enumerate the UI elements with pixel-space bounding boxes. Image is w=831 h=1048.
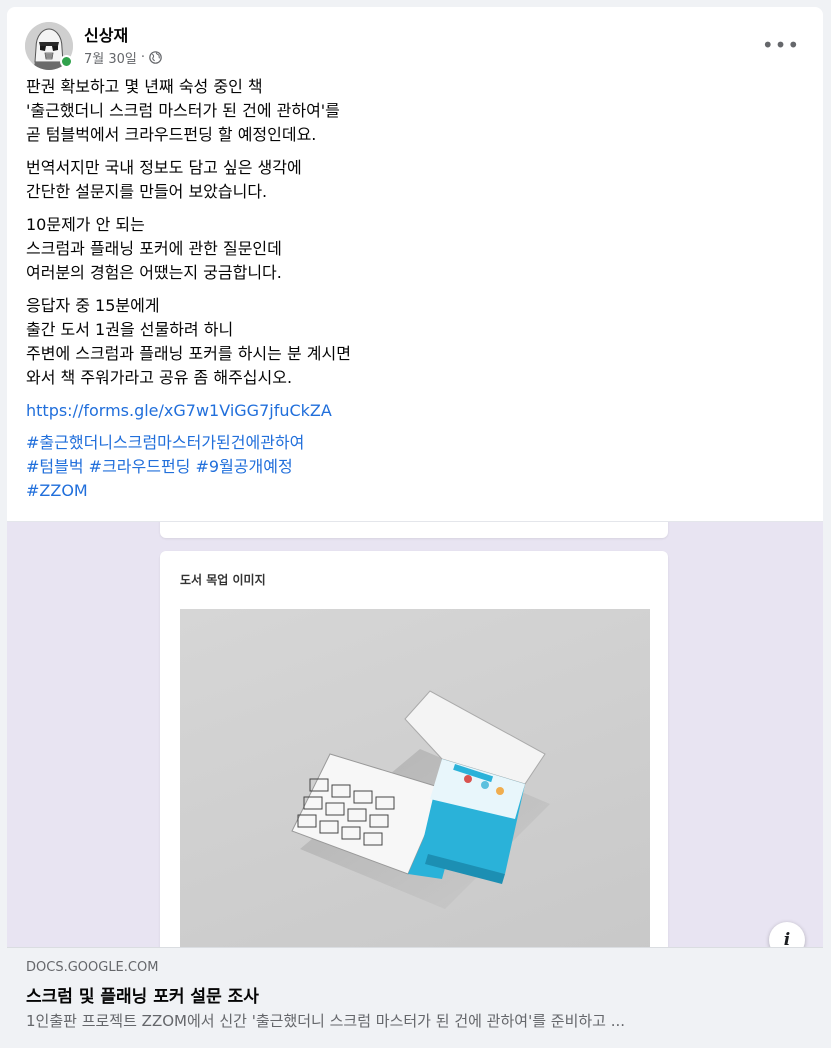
text-line: 곧 텀블벅에서 크라우드펀딩 할 예정인데요.: [26, 125, 317, 144]
hashtag[interactable]: #ZZOM: [26, 481, 88, 500]
post-card: 신상재 7월 30일 · ••• 판권 확보하고 몇 년째 숙성 중인 책 '출…: [7, 7, 823, 1048]
form-card: 도서 목업 이미지: [160, 551, 668, 947]
more-options-button[interactable]: •••: [762, 27, 799, 63]
text-line: '출근했더니 스크럼 마스터가 된 건에 관하여'를: [26, 101, 340, 120]
link-preview-footer[interactable]: DOCS.GOOGLE.COM 스크럼 및 플래닝 포커 설문 조사 1인출판 …: [7, 947, 823, 1048]
text-line: 판권 확보하고 몇 년째 숙성 중인 책: [26, 77, 263, 96]
hashtag-line: #출근했더니스크럼마스터가된건에관하여: [26, 431, 806, 455]
hashtag-list: #출근했더니스크럼마스터가된건에관하여 #텀블벅 #크라우드펀딩 #9월공개예정…: [26, 431, 806, 503]
globe-icon[interactable]: [149, 51, 162, 64]
text-line: 번역서지만 국내 정보도 담고 싶은 생각에: [26, 158, 302, 177]
hashtag[interactable]: #출근했더니스크럼마스터가된건에관하여: [26, 433, 304, 452]
post-text: 판권 확보하고 몇 년째 숙성 중인 책 '출근했더니 스크럼 마스터가 된 건…: [26, 75, 806, 503]
text-line: 여러분의 경험은 어땠는지 궁금합니다.: [26, 263, 282, 282]
hashtag-line: #텀블벅 #크라우드펀딩 #9월공개예정: [26, 455, 806, 479]
text-line: 와서 책 주워가라고 공유 좀 해주십시오.: [26, 368, 293, 387]
link-description: 1인출판 프로젝트 ZZOM에서 신간 '출근했더니 스크럼 마스터가 된 건에…: [26, 1012, 626, 1030]
link-title[interactable]: 스크럼 및 플래닝 포커 설문 조사: [26, 982, 259, 1007]
book-mockup-image: [180, 609, 650, 947]
paragraph: 응답자 중 15분에게 출간 도서 1권을 선물하려 하니 주변에 스크럼과 플…: [26, 294, 806, 390]
text-line: 출간 도서 1권을 선물하려 하니: [26, 320, 234, 339]
meta-separator: ·: [140, 50, 146, 65]
author-name[interactable]: 신상재: [84, 22, 128, 46]
book-mockup-illustration: [291, 690, 550, 909]
form-card-title: 도서 목업 이미지: [180, 573, 266, 587]
text-line: 응답자 중 15분에게: [26, 296, 160, 315]
hashtag[interactable]: #9월공개예정: [196, 457, 293, 476]
paragraph: 번역서지만 국내 정보도 담고 싶은 생각에 간단한 설문지를 만들어 보았습니…: [26, 156, 806, 204]
link-preview-image[interactable]: 도서 목업 이미지 i: [7, 521, 823, 947]
online-status-dot: [60, 55, 73, 68]
paragraph: 판권 확보하고 몇 년째 숙성 중인 책 '출근했더니 스크럼 마스터가 된 건…: [26, 75, 806, 147]
text-line: 스크럼과 플래닝 포커에 관한 질문인데: [26, 239, 282, 258]
survey-url-link[interactable]: https://forms.gle/xG7w1ViGG7jfuCkZA: [26, 399, 806, 423]
text-line: 간단한 설문지를 만들어 보았습니다.: [26, 182, 268, 201]
hashtag[interactable]: #크라우드펀딩: [89, 457, 191, 476]
post-header: 신상재 7월 30일 · •••: [7, 7, 823, 75]
paragraph: 10문제가 안 되는 스크럼과 플래닝 포커에 관한 질문인데 여러분의 경험은…: [26, 213, 806, 285]
post-date[interactable]: 7월 30일: [84, 48, 137, 67]
text-line: 주변에 스크럼과 플래닝 포커를 하시는 분 계시면: [26, 344, 351, 363]
post-meta: 7월 30일 ·: [84, 48, 162, 67]
text-line: 10문제가 안 되는: [26, 215, 145, 234]
hashtag-line: #ZZOM: [26, 479, 806, 503]
hashtag[interactable]: #텀블벅: [26, 457, 84, 476]
info-button[interactable]: i: [769, 922, 805, 947]
link-domain: DOCS.GOOGLE.COM: [26, 960, 159, 975]
form-card-edge: [160, 522, 668, 538]
